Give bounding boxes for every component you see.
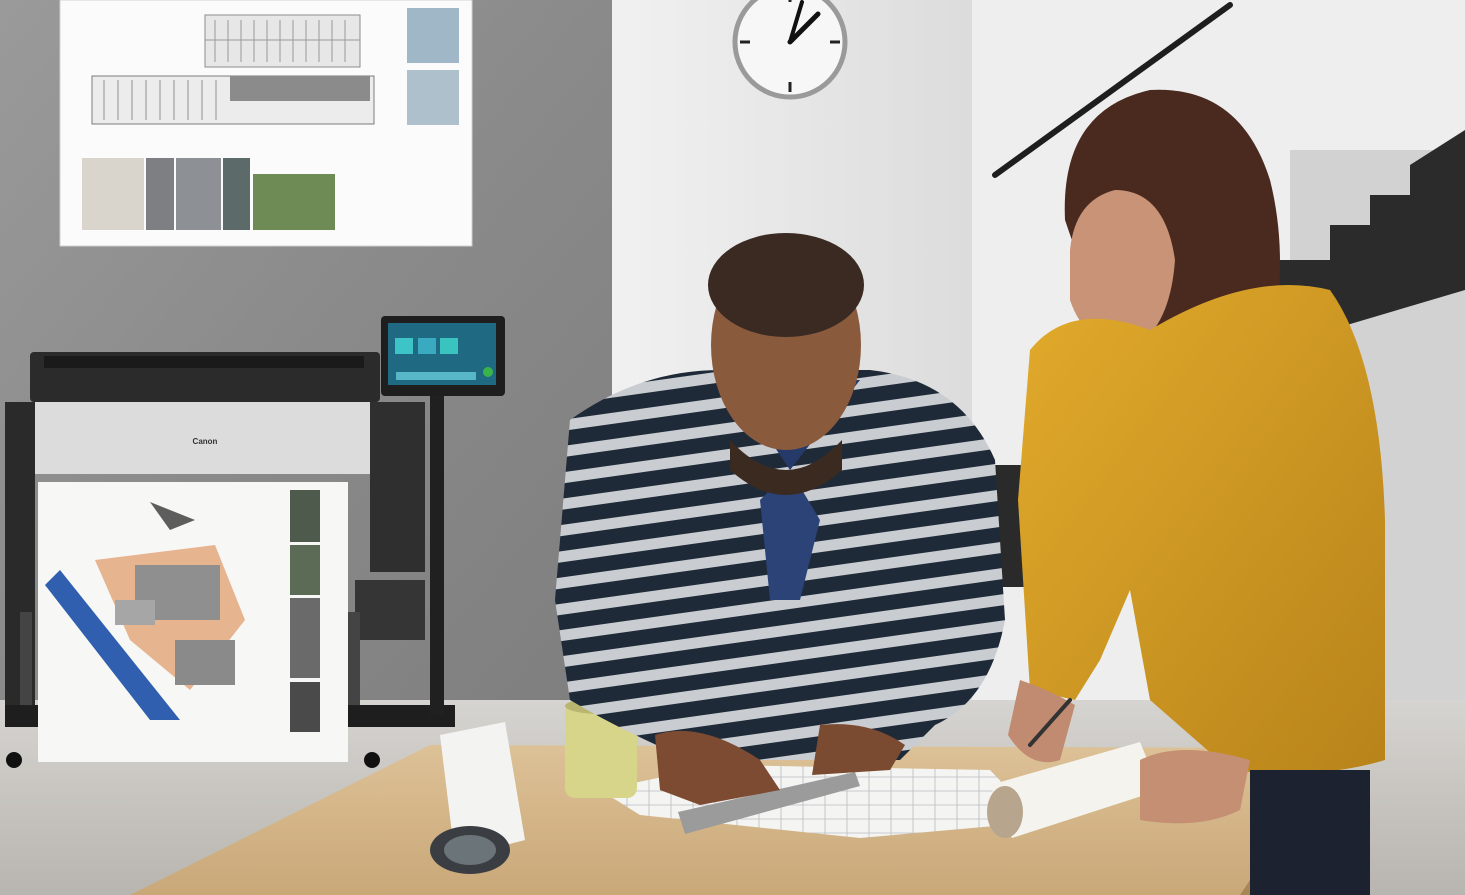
wall-poster (59, 0, 473, 247)
wall-clock-icon (732, 0, 848, 100)
touch-screen-terminal (381, 316, 505, 396)
printer: Canon (5, 352, 455, 768)
printer-brand-label: Canon (193, 437, 218, 446)
printed-site-plan (38, 482, 348, 762)
photo-canvas: Canon (0, 0, 1465, 895)
office-photo-scene: Canon (0, 0, 1465, 895)
